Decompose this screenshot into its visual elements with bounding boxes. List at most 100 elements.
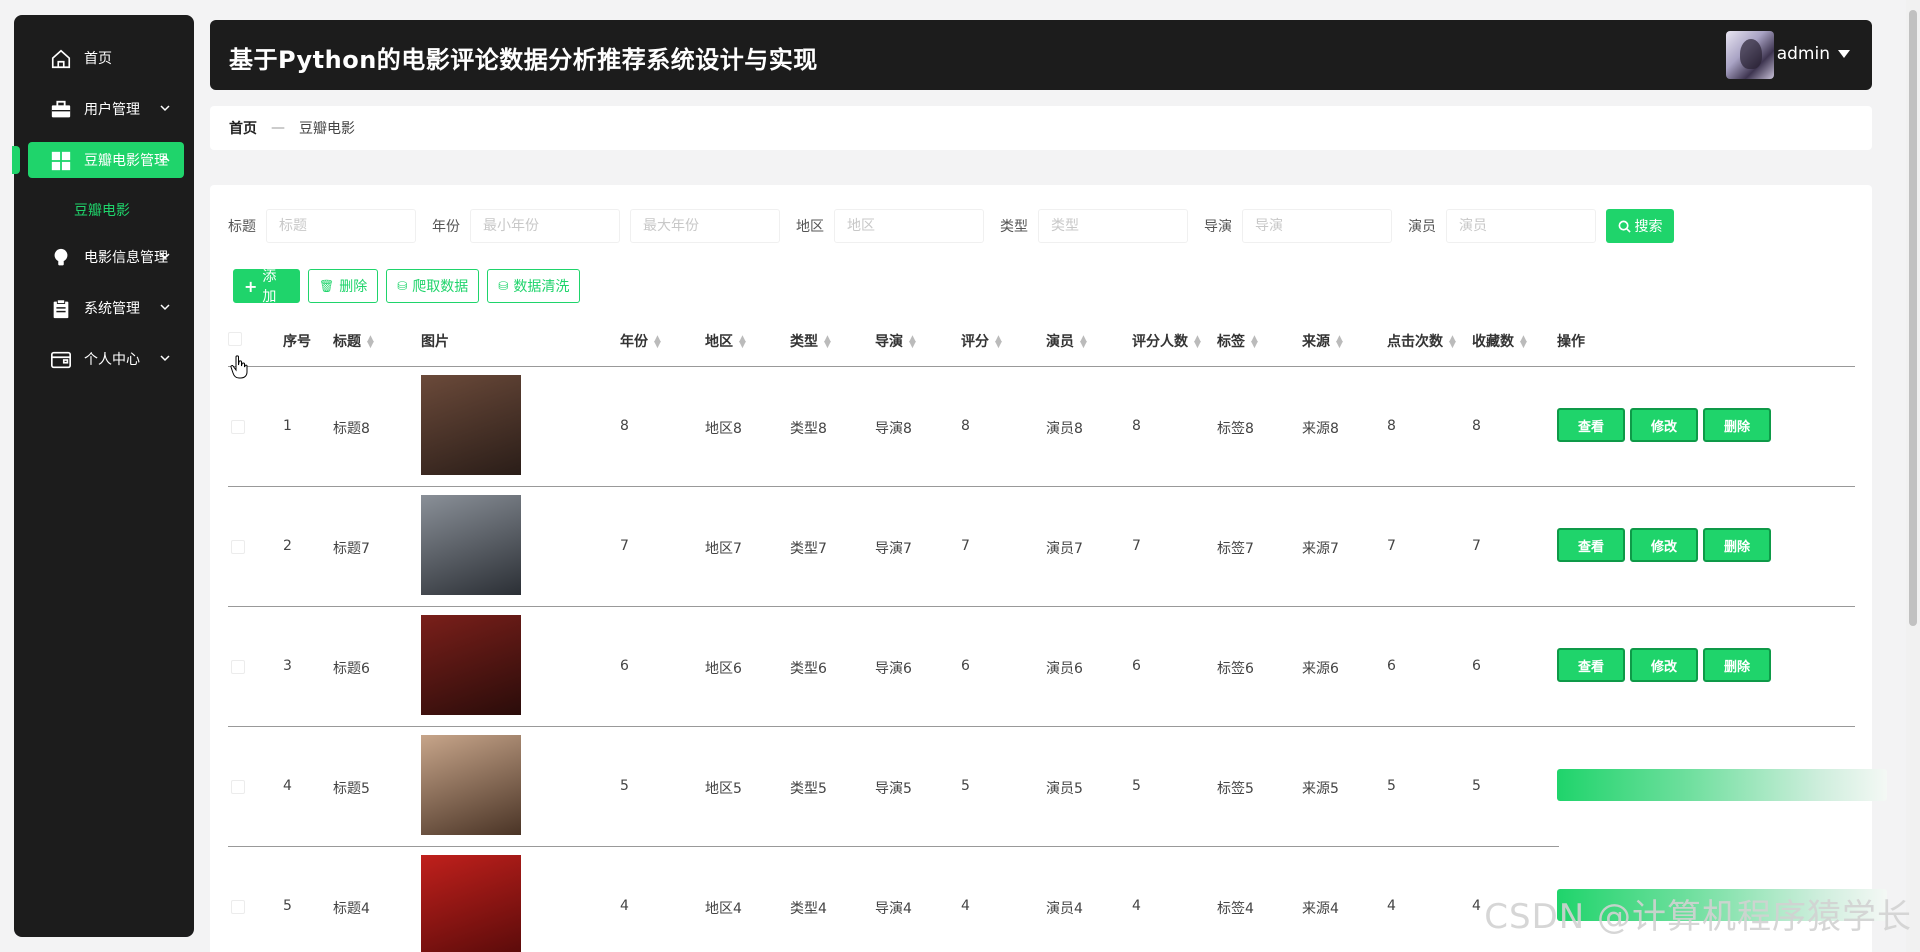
- nav-user-management[interactable]: 用户管理: [28, 91, 184, 127]
- year-min-input[interactable]: [470, 209, 620, 243]
- row-checkbox[interactable]: [231, 540, 245, 554]
- col-title[interactable]: 标题 ▲ ▼: [333, 331, 374, 351]
- movie-poster[interactable]: [421, 375, 521, 475]
- cell-title: 标题8: [333, 421, 370, 437]
- director-input[interactable]: [1242, 209, 1392, 243]
- edit-button[interactable]: 修改: [1630, 408, 1698, 442]
- caret-down-icon: [1838, 50, 1850, 58]
- edit-button[interactable]: 修改: [1630, 528, 1698, 562]
- col-director[interactable]: 导演 ▲ ▼: [875, 331, 916, 351]
- crawl-data-button[interactable]: ⛁ 爬取数据: [386, 269, 480, 303]
- cell-score: 5: [961, 778, 970, 794]
- cell-score: 8: [961, 418, 970, 434]
- cell-index: 2: [283, 538, 292, 554]
- col-clicks[interactable]: 点击次数 ▲ ▼: [1387, 331, 1456, 351]
- nav-home[interactable]: 首页: [28, 40, 184, 76]
- nav-personal-center[interactable]: 个人中心: [28, 341, 184, 377]
- director-label: 导演: [1204, 219, 1232, 235]
- select-all-checkbox[interactable]: [228, 331, 242, 346]
- sort-icon: ▲ ▼: [909, 333, 916, 350]
- cell-tag: 标签7: [1217, 541, 1254, 557]
- cell-raters: 6: [1132, 658, 1141, 674]
- movie-poster[interactable]: [421, 495, 521, 595]
- col-type[interactable]: 类型 ▲ ▼: [790, 331, 831, 351]
- delete-button[interactable]: 🗑 删除: [308, 269, 379, 303]
- sort-icon: ▲ ▼: [824, 333, 831, 350]
- cell-year: 4: [620, 898, 629, 914]
- cell-clicks: 7: [1387, 538, 1396, 554]
- chevron-down-icon: [160, 105, 170, 112]
- delete-button[interactable]: 删除: [1703, 528, 1771, 562]
- breadcrumb-current: 豆瓣电影: [299, 121, 355, 137]
- search-icon: [1618, 220, 1631, 233]
- cell-index: 1: [283, 418, 292, 434]
- col-source[interactable]: 来源 ▲ ▼: [1302, 331, 1343, 351]
- sort-icon: ▲ ▼: [1336, 333, 1343, 350]
- nav-movie-info-management[interactable]: 电影信息管理: [28, 239, 184, 275]
- col-favorites[interactable]: 收藏数 ▲ ▼: [1472, 331, 1527, 351]
- avatar[interactable]: [1726, 31, 1774, 79]
- search-button[interactable]: 搜索: [1606, 209, 1674, 243]
- cell-type: 类型4: [790, 901, 827, 917]
- row-checkbox[interactable]: [231, 420, 245, 434]
- cell-type: 类型5: [790, 781, 827, 797]
- sort-icon: ▲ ▼: [1080, 333, 1087, 350]
- nav-home-label: 首页: [84, 51, 112, 67]
- add-button[interactable]: + 添加: [233, 269, 300, 305]
- col-image: 图片: [421, 333, 449, 350]
- edit-button[interactable]: 修改: [1630, 648, 1698, 682]
- row-checkbox[interactable]: [231, 780, 245, 794]
- view-button[interactable]: 查看: [1557, 648, 1625, 682]
- actor-input[interactable]: [1446, 209, 1596, 243]
- col-year-label: 年份: [620, 333, 648, 350]
- user-menu[interactable]: admin: [1777, 44, 1850, 64]
- col-score-label: 评分: [961, 333, 989, 350]
- col-director-label: 导演: [875, 333, 903, 350]
- delete-button[interactable]: 删除: [1703, 408, 1771, 442]
- watermark: CSDN @计算机程序猿学长: [1484, 897, 1912, 937]
- nav-sub-douban-movie[interactable]: 豆瓣电影: [14, 193, 194, 229]
- chevron-down-icon: [160, 355, 170, 362]
- action-bar: + 添加 🗑 删除 ⛁ 爬取数据 ⛁ 数据清洗: [233, 269, 581, 305]
- cursor-hand-icon: [230, 355, 248, 379]
- col-score[interactable]: 评分 ▲ ▼: [961, 331, 1002, 351]
- col-actor-label: 演员: [1046, 333, 1074, 350]
- row-checkbox[interactable]: [231, 900, 245, 914]
- cell-director: 导演8: [875, 421, 912, 437]
- col-tag[interactable]: 标签 ▲ ▼: [1217, 331, 1258, 351]
- nav-douban-movie-management[interactable]: 豆瓣电影管理: [12, 142, 184, 178]
- movie-poster[interactable]: [421, 615, 521, 715]
- cell-region: 地区6: [705, 661, 742, 677]
- movie-poster[interactable]: [421, 735, 521, 835]
- cell-actor: 演员4: [1046, 901, 1083, 917]
- region-input[interactable]: [834, 209, 984, 243]
- title-input[interactable]: [266, 209, 416, 243]
- cell-source: 来源5: [1302, 781, 1339, 797]
- table-body: 1 标题8 8 地区8 类型8 导演8 8 演员8 8 标签8 来源8 8 8 查看 修改 删除 2 标题7 7 地区…: [228, 367, 1887, 952]
- page-title: 基于Python的电影评论数据分析推荐系统设计与实现: [229, 46, 818, 74]
- row-checkbox[interactable]: [231, 660, 245, 674]
- nav-system-management[interactable]: 系统管理: [28, 290, 184, 326]
- table-row: 1 标题8 8 地区8 类型8 导演8 8 演员8 8 标签8 来源8 8 8 查看 修改 删除: [228, 367, 1855, 487]
- vertical-scrollbar[interactable]: [1906, 0, 1920, 952]
- clean-data-button[interactable]: ⛁ 数据清洗: [487, 269, 581, 303]
- top-header: 基于Python的电影评论数据分析推荐系统设计与实现 admin: [210, 20, 1872, 90]
- cell-year: 6: [620, 658, 629, 674]
- col-raters[interactable]: 评分人数 ▲ ▼: [1132, 331, 1201, 351]
- scrollbar-thumb[interactable]: [1909, 10, 1917, 626]
- type-input[interactable]: [1038, 209, 1188, 243]
- cell-director: 导演4: [875, 901, 912, 917]
- breadcrumb-home[interactable]: 首页: [229, 118, 257, 138]
- view-button[interactable]: 查看: [1557, 528, 1625, 562]
- cell-raters: 8: [1132, 418, 1141, 434]
- year-max-input[interactable]: [630, 209, 780, 243]
- movie-poster[interactable]: [421, 855, 521, 952]
- nav-personal-center-label: 个人中心: [84, 352, 140, 368]
- col-region[interactable]: 地区 ▲ ▼: [705, 331, 746, 351]
- cell-type: 类型7: [790, 541, 827, 557]
- sort-icon: ▲ ▼: [739, 333, 746, 350]
- col-year[interactable]: 年份 ▲ ▼: [620, 331, 661, 351]
- delete-button[interactable]: 删除: [1703, 648, 1771, 682]
- view-button[interactable]: 查看: [1557, 408, 1625, 442]
- col-actor[interactable]: 演员 ▲ ▼: [1046, 331, 1087, 351]
